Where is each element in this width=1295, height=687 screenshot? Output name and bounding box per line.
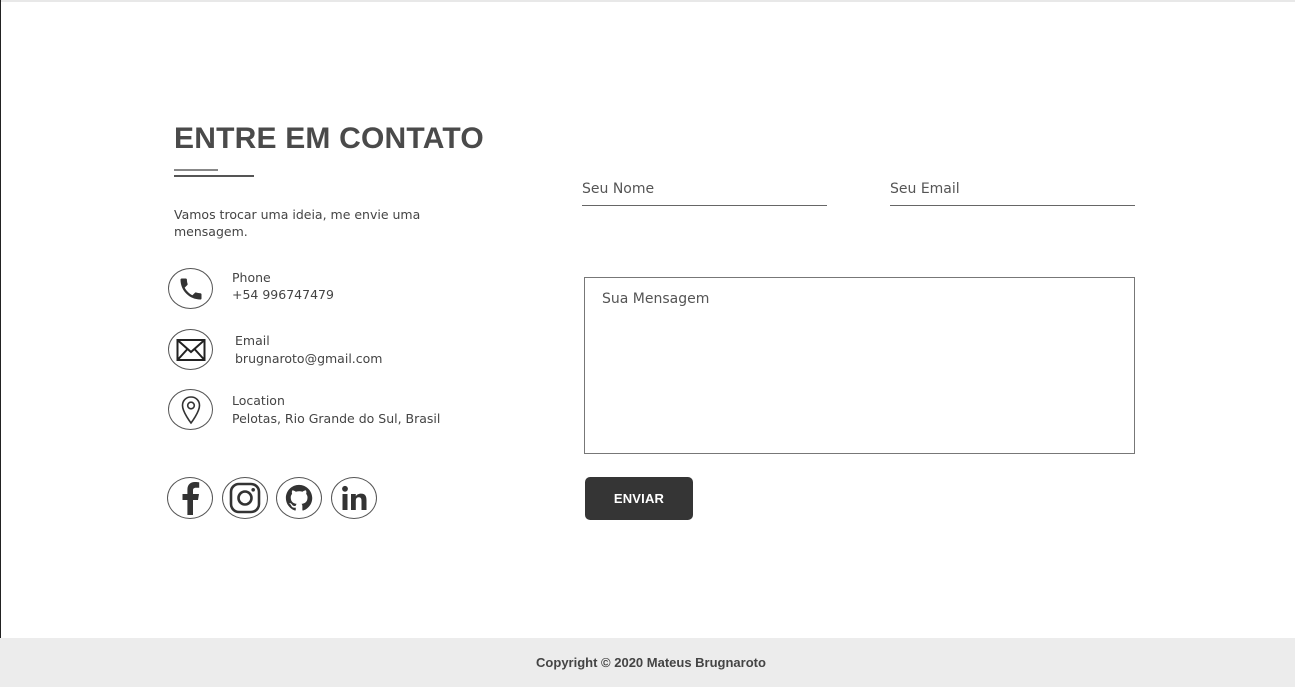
instagram-icon[interactable] [222,477,268,519]
copyright-text: Copyright © 2020 Mateus Brugnaroto [536,655,766,670]
location-value: Pelotas, Rio Grande do Sul, Brasil [232,411,441,426]
left-border [0,0,1,638]
title-underline-accent [174,169,218,171]
intro-text: Vamos trocar uma ideia, me envie uma men… [174,207,421,239]
top-border [0,0,1295,2]
location-label: Location [232,393,285,408]
phone-value: +54 996747479 [232,287,334,302]
title-underline [174,175,254,177]
section-title: ENTRE EM CONTATO [174,122,484,155]
location-pin-icon [168,389,213,430]
name-input[interactable] [582,178,827,206]
email-value: brugnaroto@gmail.com [235,351,383,366]
phone-icon [168,268,213,309]
contact-page: ENTRE EM CONTATO Vamos trocar uma ideia,… [0,0,1295,687]
phone-label: Phone [232,270,271,285]
message-textarea[interactable] [584,277,1135,454]
email-input[interactable] [890,178,1135,206]
mail-icon [168,329,213,370]
send-button[interactable]: ENVIAR [585,477,693,520]
email-label: Email [235,333,270,348]
facebook-icon[interactable] [167,477,213,519]
github-icon[interactable] [276,477,322,519]
linkedin-icon[interactable] [331,477,377,519]
footer: Copyright © 2020 Mateus Brugnaroto [0,638,1295,687]
